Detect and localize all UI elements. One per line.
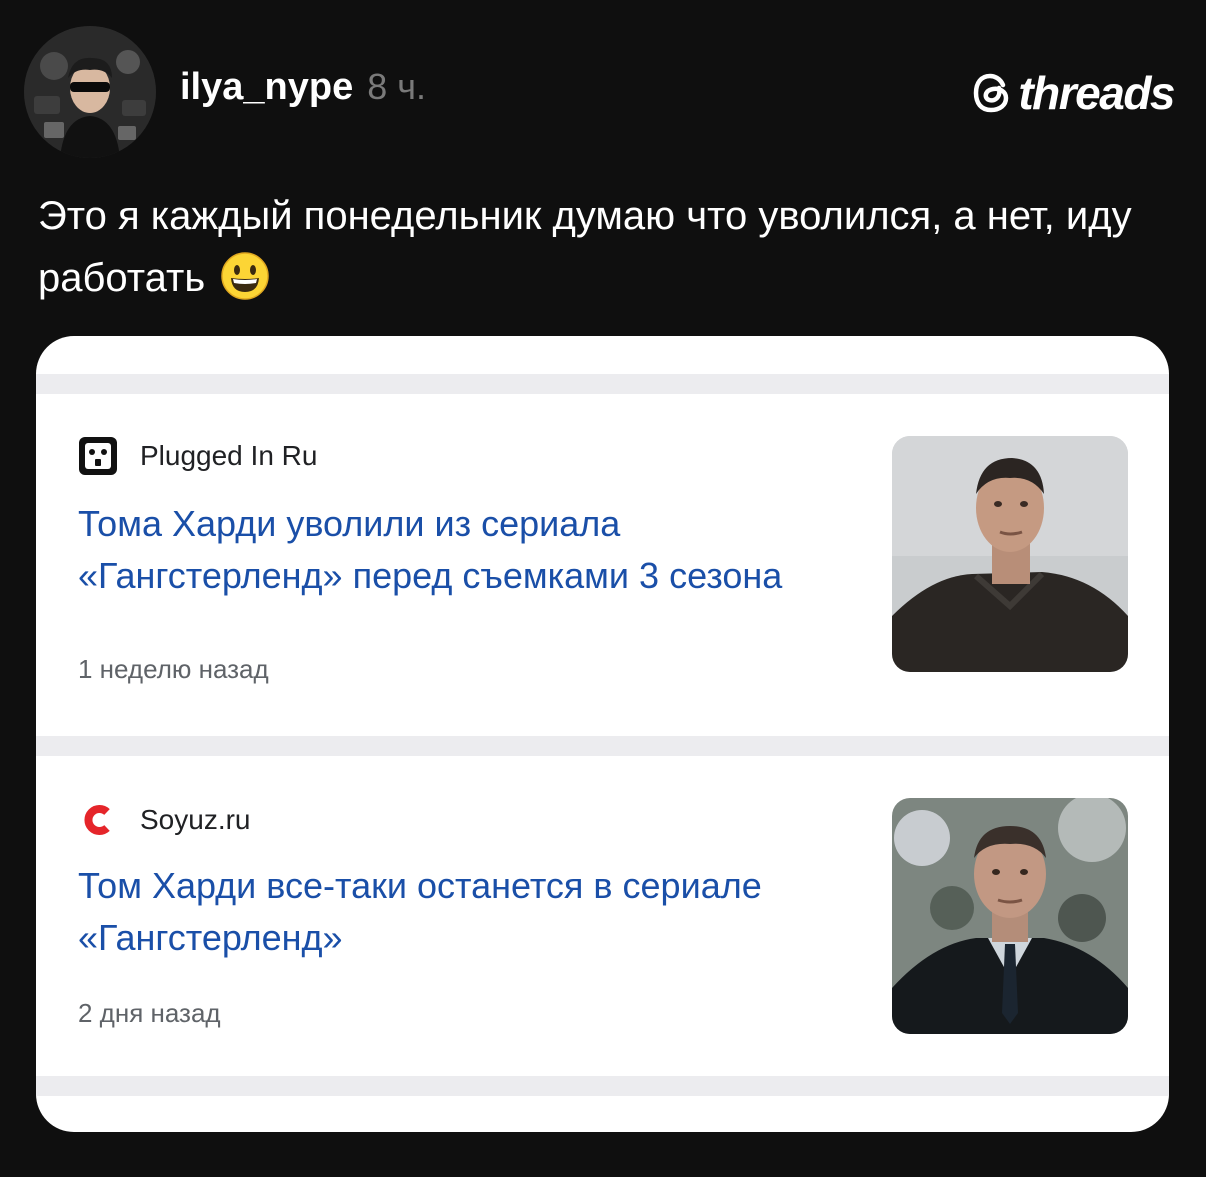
threads-wordmark: threads	[1018, 67, 1175, 119]
soyuz-logo-icon	[84, 805, 110, 835]
news-photo-image	[892, 798, 1128, 1034]
author-row: ilya_nype 8 ч.	[180, 66, 426, 109]
news-source: Plugged In Ru	[78, 436, 317, 476]
source-name: Soyuz.ru	[140, 804, 251, 835]
news-thumbnail[interactable]	[892, 798, 1128, 1034]
post-time: 8 ч.	[367, 66, 426, 107]
news-time: 1 неделю назад	[78, 654, 269, 684]
avatar[interactable]	[24, 26, 156, 158]
post-header: ilya_nype 8 ч. threads	[24, 26, 1175, 158]
divider	[36, 1076, 1169, 1096]
news-source: Soyuz.ru	[78, 800, 251, 840]
username[interactable]: ilya_nype	[180, 66, 353, 109]
news-photo-image	[892, 436, 1128, 672]
news-screenshot-card: Plugged In Ru Тома Харди уволили из сери…	[36, 336, 1169, 1132]
avatar-image	[24, 26, 156, 158]
post-text-body: Это я каждый понедельник думаю что уволи…	[38, 194, 1132, 300]
grinning-face-emoji-icon	[220, 251, 270, 319]
news-time: 2 дня назад	[78, 998, 221, 1028]
post-text: Это я каждый понедельник думаю что уволи…	[38, 185, 1168, 319]
news-item[interactable]: Soyuz.ru Том Харди все-таки останется в …	[36, 756, 1169, 1076]
divider	[36, 736, 1169, 756]
news-item[interactable]: Plugged In Ru Тома Харди уволили из сери…	[36, 394, 1169, 736]
news-headline[interactable]: Тома Харди уволили из сериала «Гангстерл…	[78, 498, 838, 602]
news-thumbnail[interactable]	[892, 436, 1128, 672]
source-name: Plugged In Ru	[140, 440, 318, 471]
plugged-in-logo-icon	[79, 437, 117, 475]
threads-logo-icon	[974, 73, 1009, 113]
news-headline[interactable]: Том Харди все-таки останется в сериале «…	[78, 860, 838, 964]
divider	[36, 374, 1169, 394]
threads-brand: threads	[972, 66, 1175, 120]
